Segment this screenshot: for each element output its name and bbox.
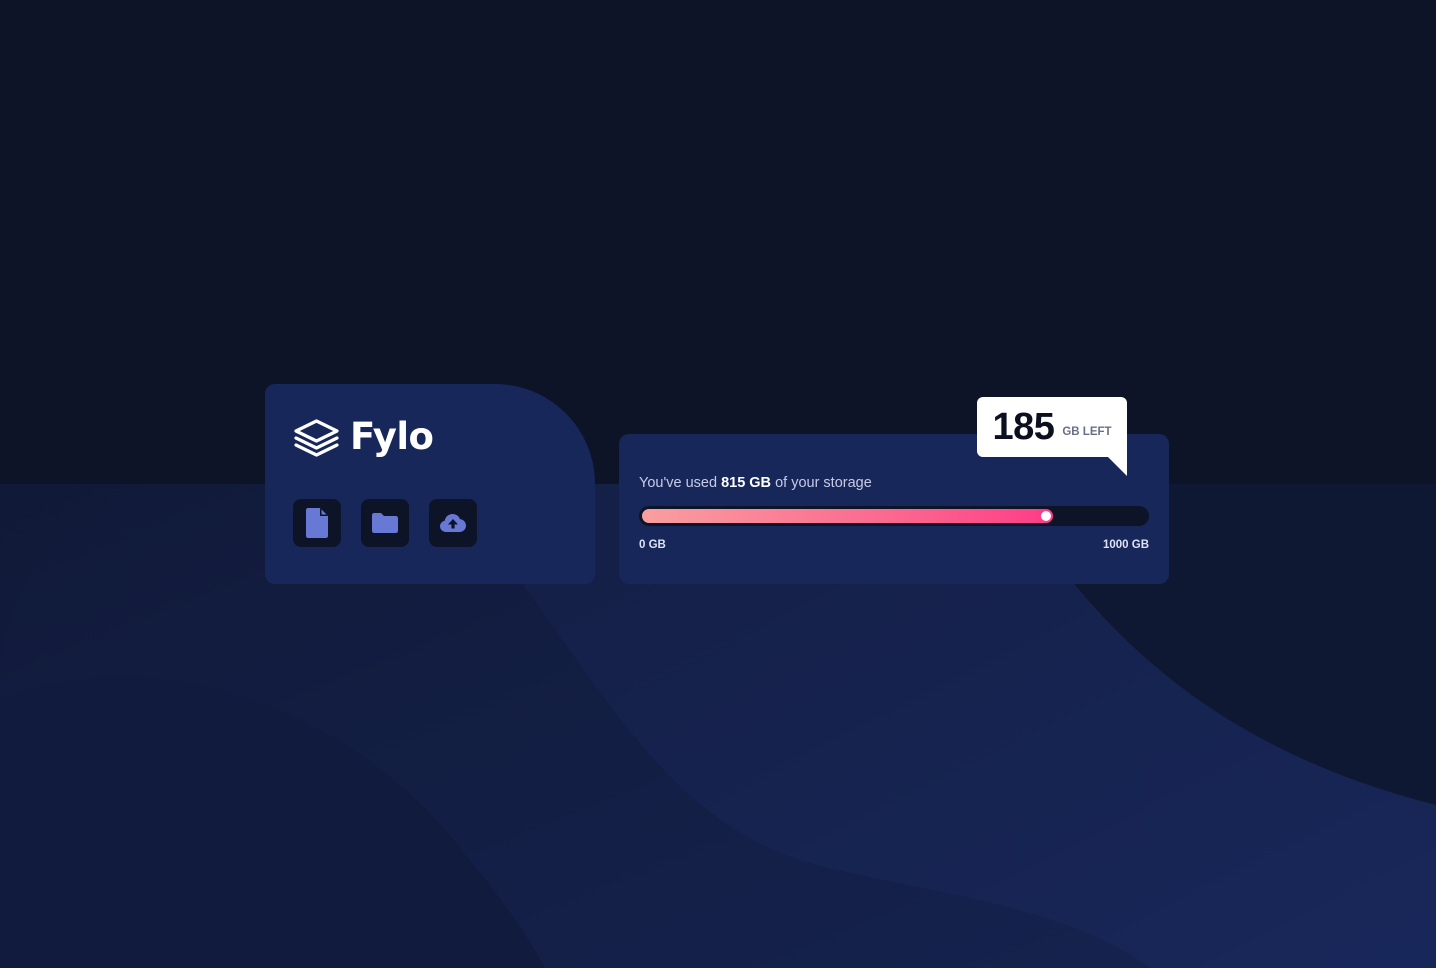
storage-progress-track: [639, 506, 1149, 526]
action-buttons: [293, 499, 497, 547]
document-icon: [306, 508, 328, 538]
progress-knob: [1041, 511, 1051, 521]
usage-suffix: of your storage: [771, 475, 872, 491]
cloud-upload-icon: [440, 514, 466, 532]
folder-icon: [372, 513, 398, 533]
used-amount: 815 GB: [721, 475, 772, 491]
usage-summary: You've used 815 GB of your storage: [639, 475, 872, 491]
remaining-badge: 185 GB LEFT: [977, 397, 1127, 457]
remaining-label: GB LEFT: [1062, 426, 1112, 438]
fylo-logo: Fylo: [293, 414, 434, 458]
folder-button[interactable]: [361, 499, 409, 547]
brand-name: Fylo: [350, 414, 434, 458]
upload-button[interactable]: [429, 499, 477, 547]
document-button[interactable]: [293, 499, 341, 547]
storage-progress-fill: [642, 509, 1053, 523]
brand-card: Fylo: [265, 384, 595, 584]
range-max-label: 1000 GB: [1102, 539, 1149, 551]
usage-prefix: You've used: [639, 475, 722, 491]
badge-tail: [1107, 456, 1127, 476]
layers-logo-icon: [294, 419, 339, 457]
range-min-label: 0 GB: [639, 539, 666, 551]
remaining-value: 185: [992, 406, 1055, 448]
